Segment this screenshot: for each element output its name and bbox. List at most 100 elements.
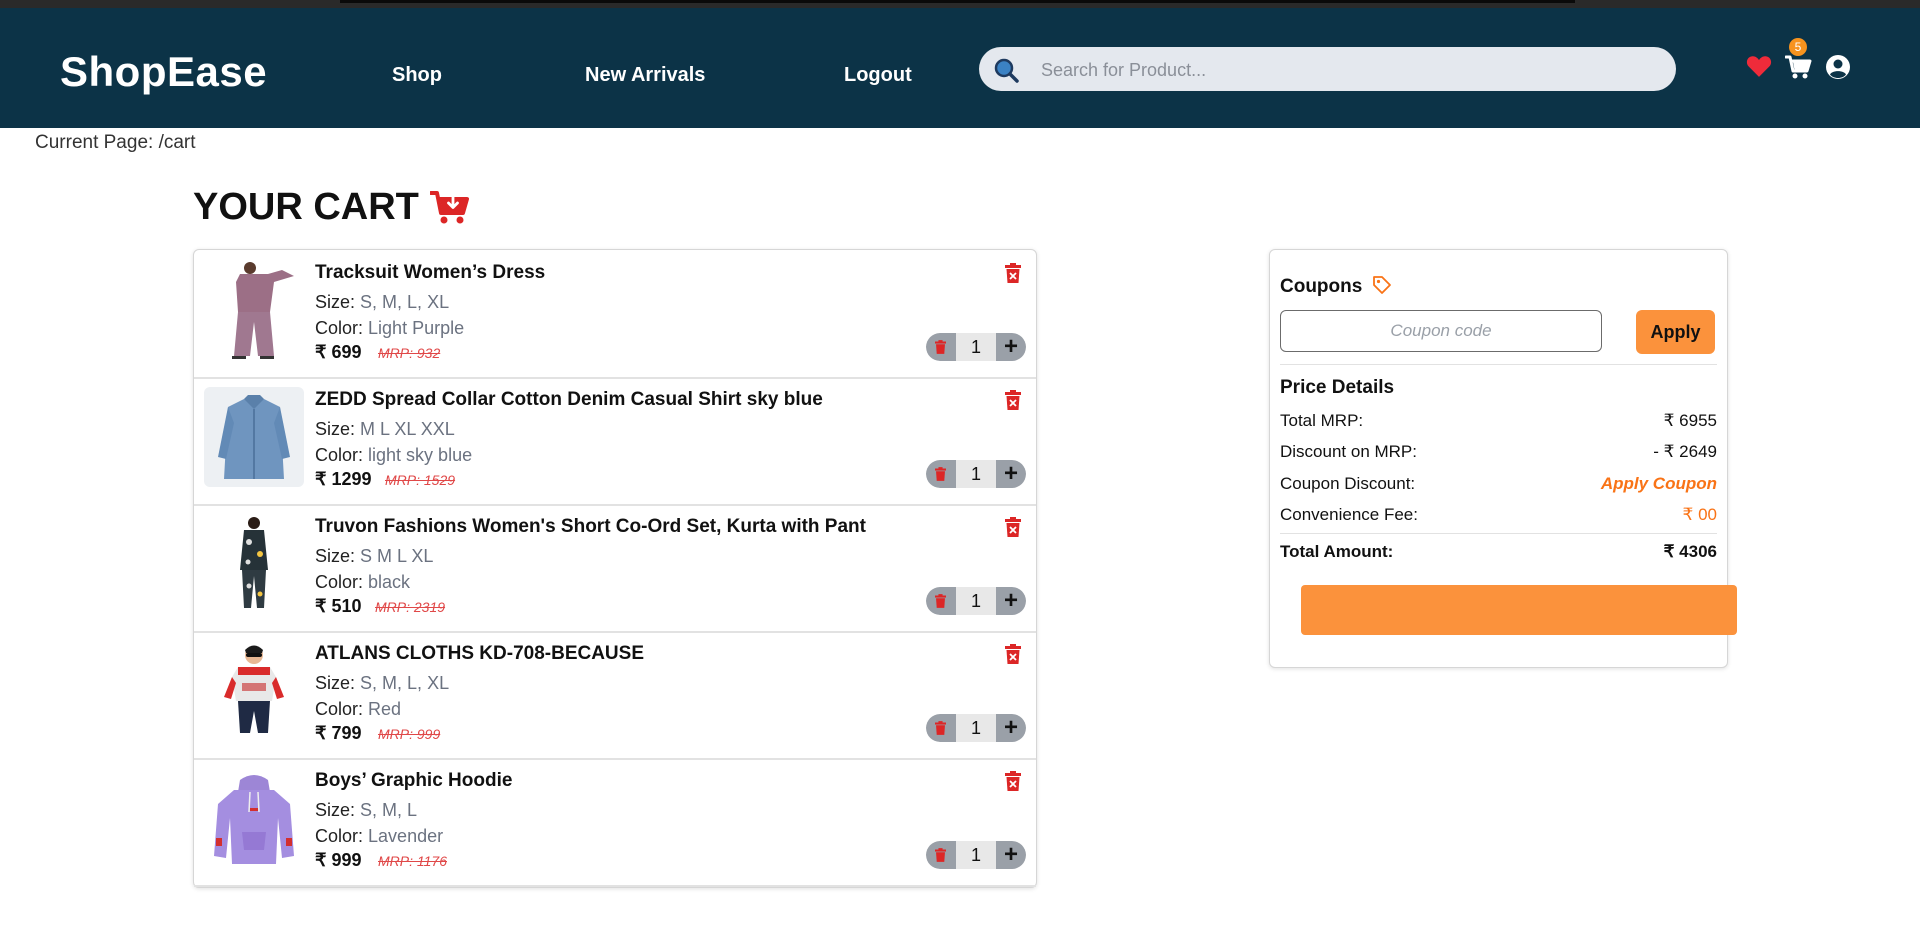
product-price: ₹ 799 bbox=[315, 723, 362, 743]
product-name[interactable]: Tracksuit Women’s Dress bbox=[315, 262, 545, 284]
delete-icon[interactable] bbox=[1005, 390, 1021, 410]
decrease-button[interactable] bbox=[926, 841, 956, 869]
total-amount-value: ₹ 4306 bbox=[1663, 542, 1717, 561]
delete-icon[interactable] bbox=[1005, 517, 1021, 537]
product-name[interactable]: Boys’ Graphic Hoodie bbox=[315, 770, 512, 792]
decrease-button[interactable] bbox=[926, 587, 956, 615]
logo[interactable]: ShopEase bbox=[60, 48, 267, 96]
product-color: Color: Lavender bbox=[315, 826, 443, 847]
product-color: Color: Red bbox=[315, 699, 401, 720]
convenience-fee-value: ₹ 00 bbox=[1682, 505, 1717, 524]
product-color: Color: black bbox=[315, 572, 410, 593]
product-price: ₹ 999 bbox=[315, 850, 362, 870]
place-order-button[interactable] bbox=[1301, 585, 1737, 635]
product-size: Size: S, M, L, XL bbox=[315, 673, 449, 694]
apply-coupon-link[interactable]: Apply Coupon bbox=[1601, 474, 1717, 494]
product-mrp: MRP: 932 bbox=[378, 345, 441, 361]
color-label: Color: bbox=[315, 826, 364, 846]
trash-icon bbox=[935, 721, 946, 735]
color-value: Light Purple bbox=[368, 318, 465, 338]
apply-coupon-button[interactable]: Apply bbox=[1636, 310, 1715, 354]
product-price: ₹ 1299 bbox=[315, 469, 372, 489]
tag-icon bbox=[1373, 276, 1391, 294]
delete-icon[interactable] bbox=[1005, 771, 1021, 791]
product-mrp: MRP: 2319 bbox=[375, 599, 446, 615]
decrease-button[interactable] bbox=[926, 460, 956, 488]
size-label: Size: bbox=[315, 292, 356, 312]
product-image[interactable] bbox=[204, 641, 304, 741]
cart-item: Boys’ Graphic Hoodie Size: S, M, L Color… bbox=[194, 758, 1036, 887]
user-icon[interactable] bbox=[1825, 54, 1851, 80]
quantity-stepper: 1 + bbox=[926, 460, 1026, 488]
convenience-fee-label: Convenience Fee: bbox=[1280, 505, 1418, 524]
breadcrumb-label: Current Page: bbox=[35, 132, 154, 153]
cart-item: Tracksuit Women’s Dress Size: S, M, L, X… bbox=[194, 250, 1036, 379]
trash-icon bbox=[935, 340, 946, 354]
color-value: Red bbox=[368, 699, 402, 719]
increase-button[interactable]: + bbox=[996, 587, 1026, 615]
quantity-stepper: 1 + bbox=[926, 333, 1026, 361]
product-mrp: MRP: 1176 bbox=[378, 853, 447, 869]
size-label: Size: bbox=[315, 800, 356, 820]
convenience-fee-row: Convenience Fee: ₹ 00 bbox=[1280, 505, 1717, 525]
size-value: S M L XL bbox=[360, 546, 434, 566]
color-value: Lavender bbox=[368, 826, 444, 846]
total-mrp-value: ₹ 6955 bbox=[1663, 411, 1717, 430]
size-label: Size: bbox=[315, 419, 356, 439]
product-size: Size: S M L XL bbox=[315, 546, 433, 567]
increase-button[interactable]: + bbox=[996, 841, 1026, 869]
color-label: Color: bbox=[315, 318, 364, 338]
product-mrp: MRP: 999 bbox=[378, 726, 441, 742]
delete-icon[interactable] bbox=[1005, 263, 1021, 283]
delete-icon[interactable] bbox=[1005, 644, 1021, 664]
product-color: Color: Light Purple bbox=[315, 318, 464, 339]
increase-button[interactable]: + bbox=[996, 714, 1026, 742]
size-value: S, M, L, XL bbox=[360, 673, 450, 693]
nav-logout[interactable]: Logout bbox=[844, 64, 912, 87]
nav-new-arrivals[interactable]: New Arrivals bbox=[585, 64, 705, 87]
trash-icon bbox=[935, 848, 946, 862]
heart-icon[interactable] bbox=[1746, 54, 1772, 78]
trash-icon bbox=[935, 594, 946, 608]
divider bbox=[1280, 533, 1717, 534]
quantity-value: 1 bbox=[970, 464, 981, 484]
trash-icon bbox=[935, 467, 946, 481]
coupon-discount-row: Coupon Discount: Apply Coupon bbox=[1280, 474, 1717, 494]
page-title: YOUR CART bbox=[193, 186, 419, 228]
cart-item: ATLANS CLOTHS KD-708-BECAUSE Size: S, M,… bbox=[194, 631, 1036, 760]
cart-count-badge: 5 bbox=[1789, 38, 1807, 56]
product-name[interactable]: ATLANS CLOTHS KD-708-BECAUSE bbox=[315, 643, 644, 665]
decrease-button[interactable] bbox=[926, 333, 956, 361]
price-details-title: Price Details bbox=[1280, 377, 1395, 398]
product-size: Size: M L XL XXL bbox=[315, 419, 455, 440]
quantity-value: 1 bbox=[970, 591, 981, 611]
search-input[interactable] bbox=[1039, 56, 1643, 84]
coupon-code-input[interactable] bbox=[1280, 310, 1602, 352]
product-price: ₹ 699 bbox=[315, 342, 362, 362]
product-image[interactable] bbox=[204, 514, 304, 614]
product-name[interactable]: ZEDD Spread Collar Cotton Denim Casual S… bbox=[315, 389, 823, 411]
product-name[interactable]: Truvon Fashions Women's Short Co-Ord Set… bbox=[315, 516, 866, 538]
color-label: Color: bbox=[315, 572, 364, 592]
product-image[interactable] bbox=[204, 387, 304, 487]
color-value: light sky blue bbox=[368, 445, 473, 465]
breadcrumb-path: /cart bbox=[158, 132, 196, 153]
search-icon[interactable] bbox=[993, 57, 1019, 83]
size-label: Size: bbox=[315, 673, 356, 693]
discount-row: Discount on MRP: - ₹ 2649 bbox=[1280, 442, 1717, 462]
nav-shop[interactable]: Shop bbox=[392, 64, 442, 87]
quantity-value: 1 bbox=[970, 337, 981, 357]
product-color: Color: light sky blue bbox=[315, 445, 472, 466]
cart-icon[interactable] bbox=[1785, 54, 1813, 80]
coupon-discount-label: Coupon Discount: bbox=[1280, 474, 1416, 493]
product-size: Size: S, M, L, XL bbox=[315, 292, 449, 313]
product-image[interactable] bbox=[204, 768, 304, 868]
decrease-button[interactable] bbox=[926, 714, 956, 742]
discount-value: - ₹ 2649 bbox=[1653, 442, 1717, 461]
product-image[interactable] bbox=[204, 260, 304, 360]
site-header: ShopEase Shop New Arrivals Logout 5 bbox=[0, 8, 1920, 128]
increase-button[interactable]: + bbox=[996, 333, 1026, 361]
quantity-value: 1 bbox=[970, 845, 981, 865]
increase-button[interactable]: + bbox=[996, 460, 1026, 488]
breadcrumb: Current Page: /cart bbox=[35, 132, 196, 154]
